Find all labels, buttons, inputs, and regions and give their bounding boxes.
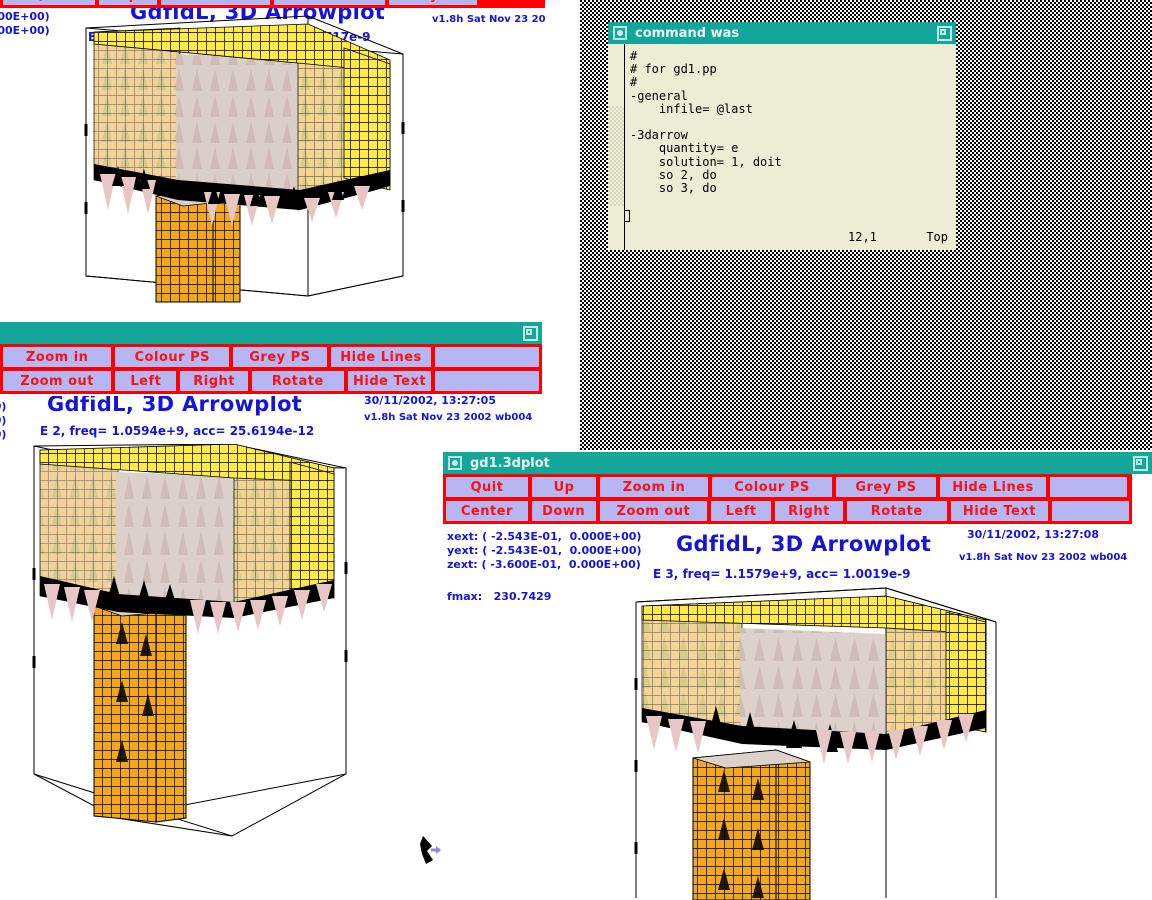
plot-title-e3: GdfidL, 3D Arrowplot bbox=[676, 532, 932, 556]
terminal-scrollbar[interactable] bbox=[608, 44, 625, 250]
grey-ps-button[interactable]: Grey PS bbox=[387, 0, 479, 7]
titlebar-e2[interactable]: gd1.3dplot bbox=[0, 322, 542, 344]
plot-info-line-2: 00E+00) bbox=[0, 414, 7, 427]
quit-button[interactable]: Quit bbox=[1, 0, 97, 7]
iconify-icon[interactable] bbox=[523, 325, 538, 341]
arrowplot-graphic-e2 bbox=[0, 444, 364, 854]
toolbar-blank-1 bbox=[1048, 475, 1129, 499]
plot-version-e3: v1.8h Sat Nov 23 2002 wb004 bbox=[959, 552, 1128, 563]
plot-timestamp-e3: 30/11/2002, 13:27:08 bbox=[967, 528, 1099, 541]
colour-ps-button[interactable]: Colour PS bbox=[113, 345, 232, 369]
window-menu-icon[interactable] bbox=[613, 26, 627, 40]
grey-ps-button[interactable]: Grey PS bbox=[834, 475, 938, 499]
titlebar-terminal[interactable]: command was bbox=[608, 22, 956, 44]
plot-info-fmax: fmax: 230.7429 bbox=[447, 590, 552, 603]
colour-ps-button[interactable]: Colour PS bbox=[272, 0, 387, 7]
toolbar-row-1: Quit Up Zoom in Colour PS Grey PS bbox=[1, 0, 544, 7]
rotate-button[interactable]: Rotate bbox=[844, 499, 949, 523]
terminal-cursor bbox=[624, 210, 630, 222]
zoom-in-button[interactable]: Zoom in bbox=[598, 475, 710, 499]
plot-info-line-1: 00E+00) bbox=[0, 400, 7, 413]
plot-info-yext: yext: ( -2.543E-01, 0.000E+00) bbox=[447, 544, 642, 557]
right-button[interactable]: Right bbox=[773, 499, 845, 523]
arrowplot-graphic-e1 bbox=[8, 14, 428, 304]
status-cursor-position: 12,1 bbox=[848, 230, 877, 244]
plot-window-e1[interactable]: gd1.3dplot Quit Up Zoom in Colour PS Gre… bbox=[0, 0, 545, 335]
status-scroll-state: Top bbox=[926, 230, 948, 244]
terminal-window[interactable]: command was # # for gd1.pp # -general in… bbox=[608, 22, 956, 250]
plot-info-xext: xext: ( -2.543E-01, 0.000E+00) bbox=[447, 530, 642, 543]
plot-canvas-e1[interactable]: , 0.000E+00) , 0.000E+00) GdfidL, 3D Arr… bbox=[0, 8, 545, 335]
window-menu-icon[interactable] bbox=[448, 456, 462, 470]
window-title-e3: gd1.3dplot bbox=[470, 455, 550, 471]
terminal-body[interactable]: # # for gd1.pp # -general infile= @last … bbox=[608, 44, 956, 250]
toolbar-e2: Zoom in Colour PS Grey PS Hide Lines Zoo… bbox=[0, 344, 542, 394]
arrowplot-graphic-e3 bbox=[598, 578, 998, 900]
hide-lines-button[interactable]: Hide Lines bbox=[328, 345, 434, 369]
left-button[interactable]: Left bbox=[709, 499, 774, 523]
grey-ps-button[interactable]: Grey PS bbox=[231, 345, 329, 369]
zoom-out-button[interactable]: Zoom out bbox=[597, 499, 710, 523]
plot-canvas-e3[interactable]: xext: ( -2.543E-01, 0.000E+00) yext: ( -… bbox=[443, 526, 1132, 900]
quit-button[interactable]: Quit bbox=[444, 475, 530, 499]
plot-subtitle-e2: E 2, freq= 1.0594e+9, acc= 25.6194e-12 bbox=[40, 424, 315, 438]
terminal-text: # # for gd1.pp # -general infile= @last … bbox=[630, 49, 782, 196]
plot-info-zext: zext: ( -3.600E-01, 0.000E+00) bbox=[447, 558, 641, 571]
plot-timestamp-e2: 30/11/2002, 13:27:05 bbox=[364, 396, 496, 407]
toolbar-row-1: Zoom in Colour PS Grey PS Hide Lines bbox=[0, 345, 541, 369]
scrollbar-thumb[interactable] bbox=[608, 106, 624, 206]
plot-title-e2: GdfidL, 3D Arrowplot bbox=[47, 396, 303, 416]
down-button[interactable]: Down bbox=[529, 499, 598, 523]
plot-version-e2: v1.8h Sat Nov 23 2002 wb004 bbox=[364, 412, 533, 423]
toolbar-blank-1 bbox=[433, 345, 541, 369]
window-title-terminal: command was bbox=[635, 25, 740, 41]
plot-info-line-3: 00E+00) bbox=[0, 428, 7, 441]
rotate-button[interactable]: Rotate bbox=[250, 369, 346, 393]
hide-text-button[interactable]: Hide Text bbox=[345, 369, 434, 393]
toolbar-blank-2 bbox=[1050, 499, 1132, 523]
toolbar-row-2: Zoom out Left Right Rotate Hide Text bbox=[0, 369, 541, 393]
colour-ps-button[interactable]: Colour PS bbox=[710, 475, 834, 499]
center-button[interactable]: Center bbox=[444, 499, 530, 523]
toolbar-row-1: Quit Up Zoom in Colour PS Grey PS Hide L… bbox=[444, 475, 1131, 499]
right-button[interactable]: Right bbox=[178, 369, 250, 393]
up-button[interactable]: Up bbox=[97, 0, 159, 7]
toolbar-blank-2 bbox=[433, 369, 541, 393]
iconify-icon[interactable] bbox=[937, 25, 952, 41]
hide-text-button[interactable]: Hide Text bbox=[948, 499, 1051, 523]
up-button[interactable]: Up bbox=[530, 475, 598, 499]
terminal-status-line: 12,1 Top bbox=[608, 230, 956, 244]
axis-indicator-x bbox=[420, 834, 442, 868]
plot-window-e3[interactable]: gd1.3dplot Quit Up Zoom in Colour PS Gre… bbox=[443, 452, 1152, 900]
titlebar-e3[interactable]: gd1.3dplot bbox=[443, 452, 1152, 474]
hide-lines-button[interactable]: Hide Lines bbox=[938, 475, 1048, 499]
zoom-out-button[interactable]: Zoom out bbox=[0, 369, 114, 393]
zoom-in-button[interactable]: Zoom in bbox=[0, 345, 114, 369]
zoom-in-button[interactable]: Zoom in bbox=[159, 0, 272, 7]
left-button[interactable]: Left bbox=[113, 369, 179, 393]
toolbar-e3: Quit Up Zoom in Colour PS Grey PS Hide L… bbox=[443, 474, 1132, 524]
toolbar-row-2: Center Down Zoom out Left Right Rotate H… bbox=[444, 499, 1132, 523]
iconify-icon[interactable] bbox=[1133, 455, 1148, 471]
plot-version-e1: v1.8h Sat Nov 23 2002 wb004 bbox=[432, 14, 545, 25]
toolbar-e1: Quit Up Zoom in Colour PS Grey PS bbox=[0, 0, 545, 8]
